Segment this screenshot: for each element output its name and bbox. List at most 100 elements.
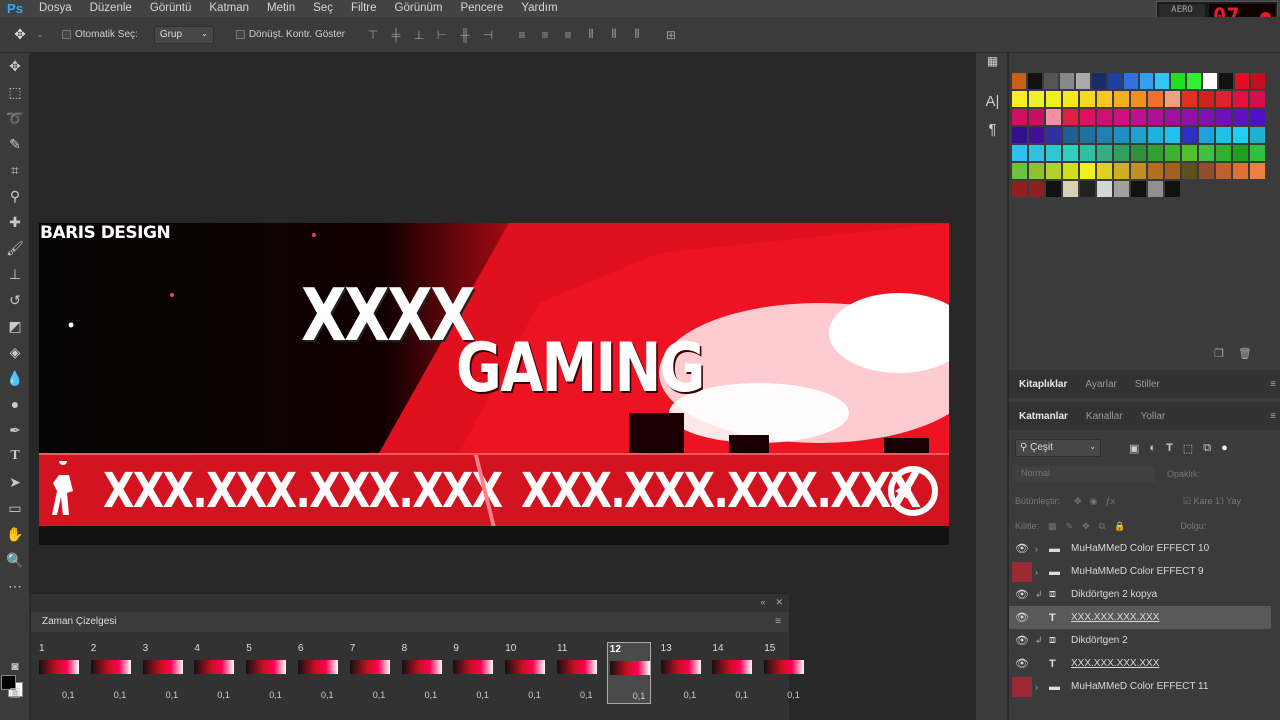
color-swatch[interactable]: [1138, 72, 1155, 90]
color-swatch[interactable]: [1147, 108, 1164, 126]
color-swatch[interactable]: [1170, 72, 1187, 90]
color-swatch[interactable]: [1062, 126, 1079, 144]
color-swatch[interactable]: [1096, 180, 1113, 198]
clone-stamp-tool-icon[interactable]: ⊥: [0, 261, 30, 287]
blend-mode-dropdown[interactable]: Normal: [1015, 466, 1155, 482]
timeline-frame[interactable]: 2 0,1: [89, 642, 133, 704]
color-swatch[interactable]: [1147, 90, 1164, 108]
color-swatch[interactable]: [1079, 126, 1096, 144]
panel-menu-icon[interactable]: ≡: [1270, 411, 1276, 422]
title-line-1[interactable]: XXXX: [301, 273, 476, 357]
transform-controls-checkbox[interactable]: Dönüşt. Kontr. Göster: [235, 29, 345, 40]
color-swatch[interactable]: [1250, 72, 1266, 90]
menu-item-3[interactable]: Katman: [200, 0, 258, 17]
color-swatch[interactable]: [1045, 162, 1062, 180]
crop-tool-icon[interactable]: ⌗: [0, 157, 30, 183]
frame-delay-dropdown[interactable]: 0,1: [684, 690, 697, 700]
brush-tool-icon[interactable]: 🖌: [0, 235, 30, 261]
propagate-frame-checkbox[interactable]: ☑ Kare 1'i Yay: [1183, 496, 1241, 507]
panel-menu-icon[interactable]: ▦: [976, 53, 1009, 69]
lock-all-icon[interactable]: 🔒: [1114, 521, 1125, 532]
color-swatch[interactable]: [1074, 72, 1091, 90]
color-swatch[interactable]: [1202, 72, 1219, 90]
hand-tool-icon[interactable]: ✋: [0, 521, 30, 547]
tab-paths[interactable]: Yollar: [1141, 411, 1166, 422]
frame-delay-dropdown[interactable]: 0,1: [528, 690, 541, 700]
frame-delay-dropdown[interactable]: 0,1: [269, 690, 282, 700]
color-swatch[interactable]: [1232, 162, 1249, 180]
color-swatch[interactable]: [1096, 162, 1113, 180]
layer-row[interactable]: 👁 › ▬ MuHaMMeD Color EFFECT 10: [1009, 537, 1271, 560]
auto-align-icon[interactable]: ⊞: [665, 28, 677, 42]
tab-adjustments[interactable]: Ayarlar: [1085, 379, 1117, 390]
color-swatch[interactable]: [1113, 162, 1130, 180]
color-swatch[interactable]: [1215, 162, 1232, 180]
layer-filter-dropdown[interactable]: ⚲ Çeşit ⌄: [1015, 439, 1101, 457]
screen-mode-icon[interactable]: ▣: [0, 679, 30, 705]
lock-position-icon[interactable]: ✥: [1082, 521, 1090, 532]
color-swatch[interactable]: [1130, 126, 1147, 144]
color-swatch[interactable]: [1028, 144, 1045, 162]
color-swatch[interactable]: [1215, 90, 1232, 108]
marquee-tool-icon[interactable]: ⬚: [0, 79, 30, 105]
color-swatch[interactable]: [1122, 72, 1139, 90]
more-tools-icon[interactable]: ⋯: [0, 573, 30, 599]
frame-delay-dropdown[interactable]: 0,1: [373, 690, 386, 700]
visibility-eye-icon[interactable]: 👁: [1009, 542, 1035, 555]
layer-row[interactable]: › ▬ MuHaMMeD Color EFFECT 9: [1009, 560, 1271, 583]
unify-visibility-icon[interactable]: ◉: [1090, 496, 1098, 507]
color-swatch[interactable]: [1181, 144, 1198, 162]
checkbox-box[interactable]: [62, 30, 71, 39]
distribute-left-icon[interactable]: ⦀: [585, 27, 597, 41]
panel-menu-icon[interactable]: ≡: [1270, 379, 1276, 390]
timeline-frame[interactable]: 7 0,1: [348, 642, 392, 704]
color-swatch[interactable]: [1147, 162, 1164, 180]
timeline-frame[interactable]: 10 0,1: [503, 642, 547, 704]
color-swatch[interactable]: [1198, 90, 1215, 108]
timeline-frame[interactable]: 8 0,1: [400, 642, 444, 704]
distribute-hcenter-icon[interactable]: ⦀: [608, 27, 620, 41]
color-swatch[interactable]: [1028, 180, 1045, 198]
color-swatch[interactable]: [1045, 144, 1062, 162]
color-swatch[interactable]: [1058, 72, 1075, 90]
timeline-frame[interactable]: 14 0,1: [710, 642, 754, 704]
frame-delay-dropdown[interactable]: 0,1: [425, 690, 438, 700]
filter-adjustment-icon[interactable]: ◐: [1149, 442, 1156, 454]
color-swatch[interactable]: [1045, 126, 1062, 144]
color-swatch[interactable]: [1079, 144, 1096, 162]
filter-toggle-icon[interactable]: ●: [1221, 442, 1228, 454]
frame-delay-dropdown[interactable]: 0,1: [217, 690, 230, 700]
color-swatch[interactable]: [1198, 144, 1215, 162]
collapse-icon[interactable]: «: [760, 597, 765, 608]
color-swatch[interactable]: [1164, 90, 1181, 108]
menu-item-2[interactable]: Görüntü: [141, 0, 201, 17]
timeline-frame[interactable]: 9 0,1: [451, 642, 495, 704]
distribute-bottom-icon[interactable]: ≡: [562, 28, 574, 42]
dodge-tool-icon[interactable]: ●: [0, 391, 30, 417]
color-swatch[interactable]: [1130, 180, 1147, 198]
color-swatch[interactable]: [1028, 162, 1045, 180]
timeline-frame[interactable]: 13 0,1: [659, 642, 703, 704]
color-swatch[interactable]: [1218, 72, 1235, 90]
color-swatch[interactable]: [1130, 144, 1147, 162]
color-swatch[interactable]: [1028, 108, 1045, 126]
timeline-title[interactable]: Zaman Çizelgesi: [42, 616, 116, 627]
tab-layers[interactable]: Katmanlar: [1019, 411, 1068, 422]
color-swatch[interactable]: [1113, 108, 1130, 126]
color-swatch[interactable]: [1186, 72, 1203, 90]
color-swatch[interactable]: [1113, 144, 1130, 162]
color-swatch[interactable]: [1164, 162, 1181, 180]
color-swatch[interactable]: [1198, 108, 1215, 126]
color-swatch[interactable]: [1079, 108, 1096, 126]
frame-delay-dropdown[interactable]: 0,1: [633, 691, 646, 701]
lock-transparency-icon[interactable]: ▦: [1048, 521, 1057, 532]
visibility-eye-icon[interactable]: 👁: [1009, 657, 1035, 670]
color-swatch[interactable]: [1045, 90, 1062, 108]
color-swatch[interactable]: [1011, 144, 1028, 162]
layer-row[interactable]: 👁 ↲ ⧈ Dikdörtgen 2 kopya: [1009, 583, 1271, 606]
path-select-tool-icon[interactable]: ➤: [0, 469, 30, 495]
color-swatch[interactable]: [1164, 126, 1181, 144]
move-tool-icon[interactable]: ✥: [14, 26, 26, 42]
color-swatch[interactable]: [1011, 108, 1028, 126]
paint-bucket-tool-icon[interactable]: ◈: [0, 339, 30, 365]
